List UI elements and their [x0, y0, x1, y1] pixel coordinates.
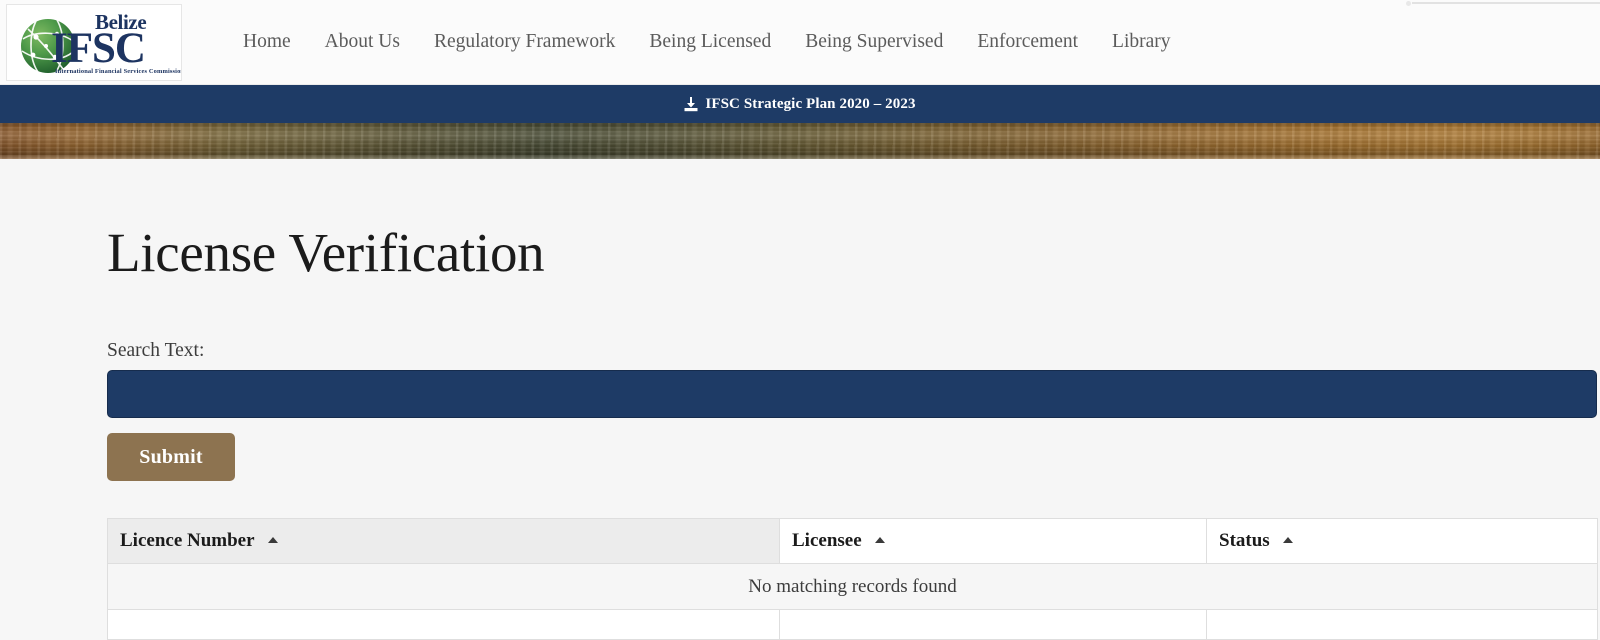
- logo-subtitle-text: International Financial Services Commiss…: [55, 67, 182, 75]
- table-header: Licence Number Licensee Status: [107, 518, 1598, 564]
- nav-item-being-licensed[interactable]: Being Licensed: [632, 25, 788, 59]
- footer-cell-licensee: [779, 609, 1207, 640]
- column-header-licence-number[interactable]: Licence Number: [107, 518, 780, 564]
- sort-ascending-icon: [267, 537, 278, 543]
- download-icon: [684, 96, 698, 112]
- nav-item-enforcement[interactable]: Enforcement: [960, 25, 1095, 59]
- logo-acronym-text: IFSC: [51, 24, 146, 72]
- column-header-licensee-label: Licensee: [792, 530, 862, 551]
- table-header-row: Licence Number Licensee Status: [107, 518, 1598, 564]
- strategic-plan-label: IFSC Strategic Plan 2020 – 2023: [705, 95, 916, 112]
- search-input[interactable]: [107, 370, 1597, 418]
- column-header-status-label: Status: [1219, 530, 1270, 551]
- footer-cell-status: [1206, 609, 1598, 640]
- footer-cell-licence-number: [107, 609, 780, 640]
- nav-item-library[interactable]: Library: [1095, 25, 1187, 59]
- sort-ascending-icon: [875, 537, 886, 543]
- license-results-table: Licence Number Licensee Status No matchi: [107, 518, 1598, 640]
- sort-ascending-icon: [1283, 537, 1294, 543]
- table-footer-row: [107, 609, 1598, 640]
- table-footer: [107, 609, 1598, 640]
- nav-item-home[interactable]: Home: [226, 25, 308, 59]
- search-input-label: Search Text:: [107, 340, 205, 361]
- site-header: Belize IFSC International Financial Serv…: [0, 0, 1600, 85]
- table-body: No matching records found: [107, 563, 1598, 610]
- top-edge-divider: [1406, 1, 1600, 6]
- table-empty-row: No matching records found: [107, 563, 1598, 610]
- nav-item-about-us[interactable]: About Us: [308, 25, 417, 59]
- page-title: License Verification: [107, 222, 545, 283]
- no-records-message: No matching records found: [107, 563, 1598, 610]
- site-logo[interactable]: Belize IFSC International Financial Serv…: [6, 3, 182, 81]
- main-navigation: Home About Us Regulatory Framework Being…: [226, 25, 1188, 59]
- column-header-licence-number-label: Licence Number: [120, 530, 255, 551]
- announcement-bar: IFSC Strategic Plan 2020 – 2023: [0, 85, 1600, 123]
- strategic-plan-link[interactable]: IFSC Strategic Plan 2020 – 2023: [684, 96, 915, 113]
- nav-item-regulatory-framework[interactable]: Regulatory Framework: [417, 25, 632, 59]
- page-content: License Verification Search Text: Submit…: [0, 159, 1600, 640]
- submit-button[interactable]: Submit: [107, 433, 235, 481]
- column-header-status[interactable]: Status: [1206, 518, 1598, 564]
- decorative-texture-banner: [0, 123, 1600, 159]
- nav-item-being-supervised[interactable]: Being Supervised: [788, 25, 960, 59]
- column-header-licensee[interactable]: Licensee: [779, 518, 1207, 564]
